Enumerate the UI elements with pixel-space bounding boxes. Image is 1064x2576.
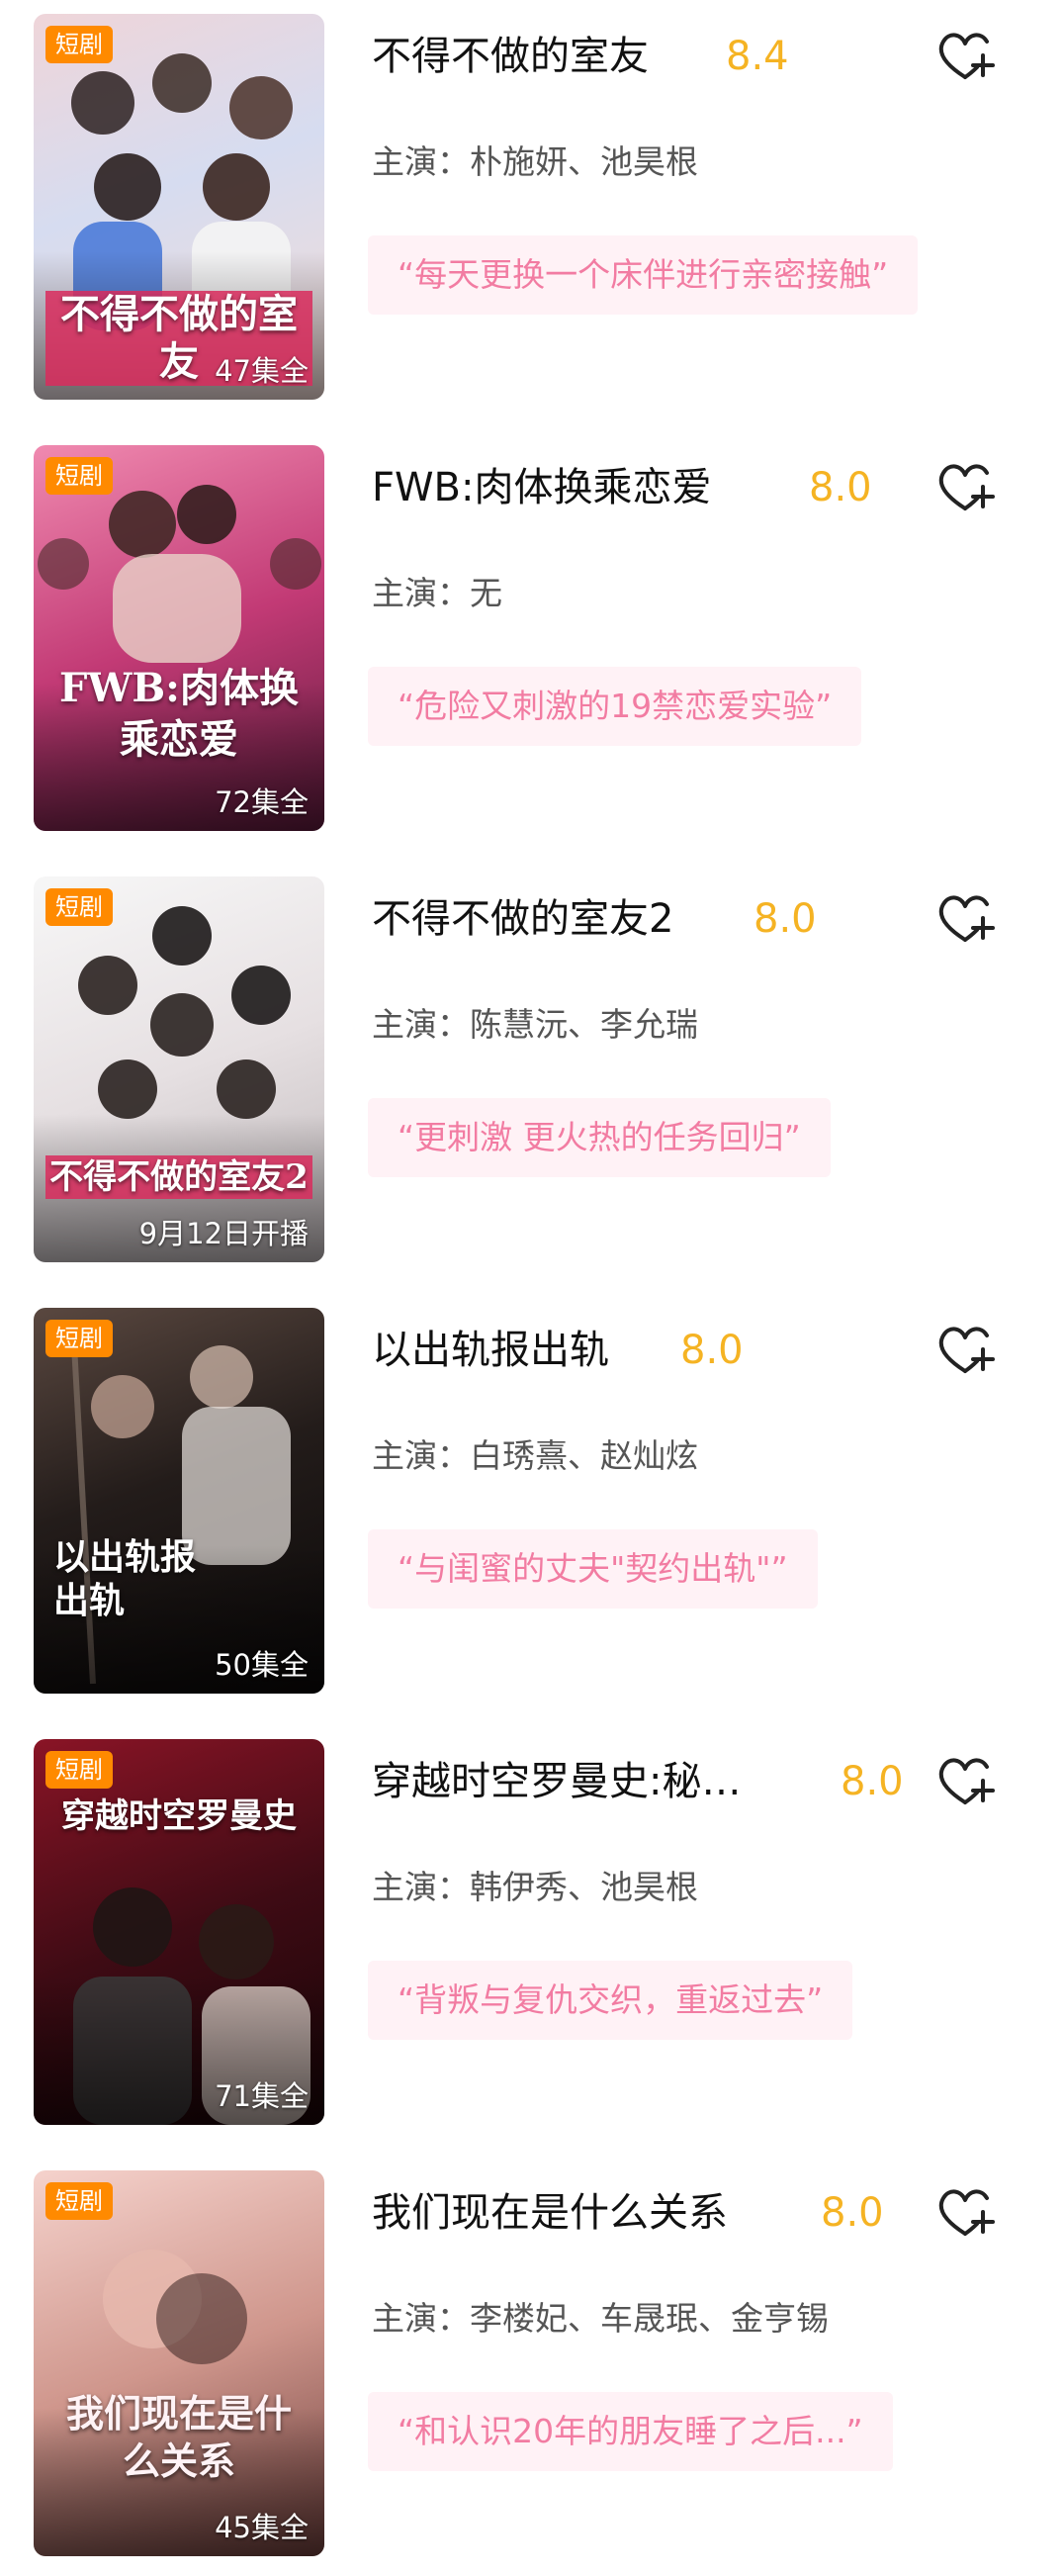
tagline-chip: “更刺激 更火热的任务回归” (368, 1098, 831, 1177)
cast-label: 主演：韩伊秀、池昊根 (372, 1868, 698, 1906)
cast-label: 主演：白琇熹、赵灿炫 (372, 1436, 698, 1475)
short-drama-badge: 短剧 (45, 2182, 113, 2220)
drama-list-item[interactable]: 短剧 我们现在是什么关系 45集全 我们现在是什么关系 8.0 主演：李楼妃、车… (0, 2157, 1064, 2556)
drama-score: 8.0 (809, 465, 872, 510)
drama-title[interactable]: 穿越时空罗曼史:秘… (372, 1755, 741, 1808)
tagline-chip: “背叛与复仇交织，重返过去” (368, 1961, 853, 2040)
poster-title: 我们现在是什么关系 (65, 2391, 292, 2483)
drama-title[interactable]: 不得不做的室友 (372, 30, 649, 83)
short-drama-badge: 短剧 (45, 457, 113, 495)
short-drama-badge: 短剧 (45, 888, 113, 926)
episode-count: 50集全 (215, 1648, 309, 1682)
short-drama-badge: 短剧 (45, 26, 113, 63)
drama-title[interactable]: FWB:肉体换乘恋爱 (372, 461, 711, 514)
cast-label: 主演：陈慧沅、李允瑞 (372, 1005, 698, 1044)
tagline-chip: “每天更换一个床伴进行亲密接触” (368, 235, 919, 315)
episode-count: 47集全 (215, 354, 309, 388)
episode-count: 72集全 (215, 785, 309, 819)
episode-count: 71集全 (215, 2079, 309, 2113)
drama-score: 8.0 (841, 1759, 904, 1804)
heart-plus-icon[interactable] (933, 1320, 997, 1383)
poster-thumbnail[interactable]: 短剧 FWB:肉体换乘恋爱 72集全 (34, 445, 324, 831)
drama-list-item[interactable]: 短剧 不得不做的室友2 9月12日开播 不得不做的室友2 8.0 主演：陈慧沅、… (0, 863, 1064, 1262)
heart-plus-icon[interactable] (933, 2182, 997, 2246)
drama-list-item[interactable]: 短剧 不得不做的室友 47集全 不得不做的室友 8.4 主演：朴施妍、池昊根 “… (0, 0, 1064, 400)
poster-title: 以出轨报出轨 (53, 1536, 197, 1621)
short-drama-badge: 短剧 (45, 1320, 113, 1357)
poster-thumbnail[interactable]: 短剧 以出轨报出轨 50集全 (34, 1308, 324, 1694)
drama-list-item[interactable]: 短剧 以出轨报出轨 50集全 以出轨报出轨 8.0 主演：白琇熹、赵灿炫 “与闺… (0, 1294, 1064, 1694)
drama-score: 8.0 (680, 1328, 744, 1373)
poster-title: 穿越时空罗曼史 (61, 1796, 297, 1836)
poster-title: 不得不做的室友2 (45, 1155, 312, 1199)
drama-score: 8.0 (754, 896, 817, 942)
heart-plus-icon[interactable] (933, 888, 997, 952)
poster-thumbnail[interactable]: 短剧 不得不做的室友2 9月12日开播 (34, 876, 324, 1262)
drama-title[interactable]: 我们现在是什么关系 (372, 2186, 728, 2240)
poster-thumbnail[interactable]: 短剧 穿越时空罗曼史 71集全 (34, 1739, 324, 2125)
cast-label: 主演：朴施妍、池昊根 (372, 142, 698, 181)
cast-label: 主演：李楼妃、车晟珉、金亨锡 (372, 2299, 829, 2338)
cast-label: 主演：无 (372, 574, 502, 612)
drama-list-item[interactable]: 短剧 穿越时空罗曼史 71集全 穿越时空罗曼史:秘… 8.0 主演：韩伊秀、池昊… (0, 1725, 1064, 2125)
heart-plus-icon[interactable] (933, 1751, 997, 1814)
poster-title: FWB:肉体换乘恋爱 (59, 665, 299, 763)
poster-thumbnail[interactable]: 短剧 我们现在是什么关系 45集全 (34, 2170, 324, 2556)
tagline-chip: “和认识20年的朋友睡了之后...” (368, 2392, 893, 2471)
drama-title[interactable]: 不得不做的室友2 (372, 892, 673, 946)
episode-count: 9月12日开播 (138, 1217, 309, 1250)
drama-list-item[interactable]: 短剧 FWB:肉体换乘恋爱 72集全 FWB:肉体换乘恋爱 8.0 主演：无 “… (0, 431, 1064, 831)
tagline-chip: “与闺蜜的丈夫"契约出轨"” (368, 1529, 818, 1609)
heart-plus-icon[interactable] (933, 457, 997, 520)
drama-score: 8.4 (726, 34, 789, 79)
tagline-chip: “危险又刺激的19禁恋爱实验” (368, 667, 862, 746)
heart-plus-icon[interactable] (933, 26, 997, 89)
drama-title[interactable]: 以出轨报出轨 (372, 1324, 609, 1377)
short-drama-badge: 短剧 (45, 1751, 113, 1789)
poster-thumbnail[interactable]: 短剧 不得不做的室友 47集全 (34, 14, 324, 400)
drama-score: 8.0 (821, 2190, 884, 2236)
episode-count: 45集全 (215, 2511, 309, 2544)
